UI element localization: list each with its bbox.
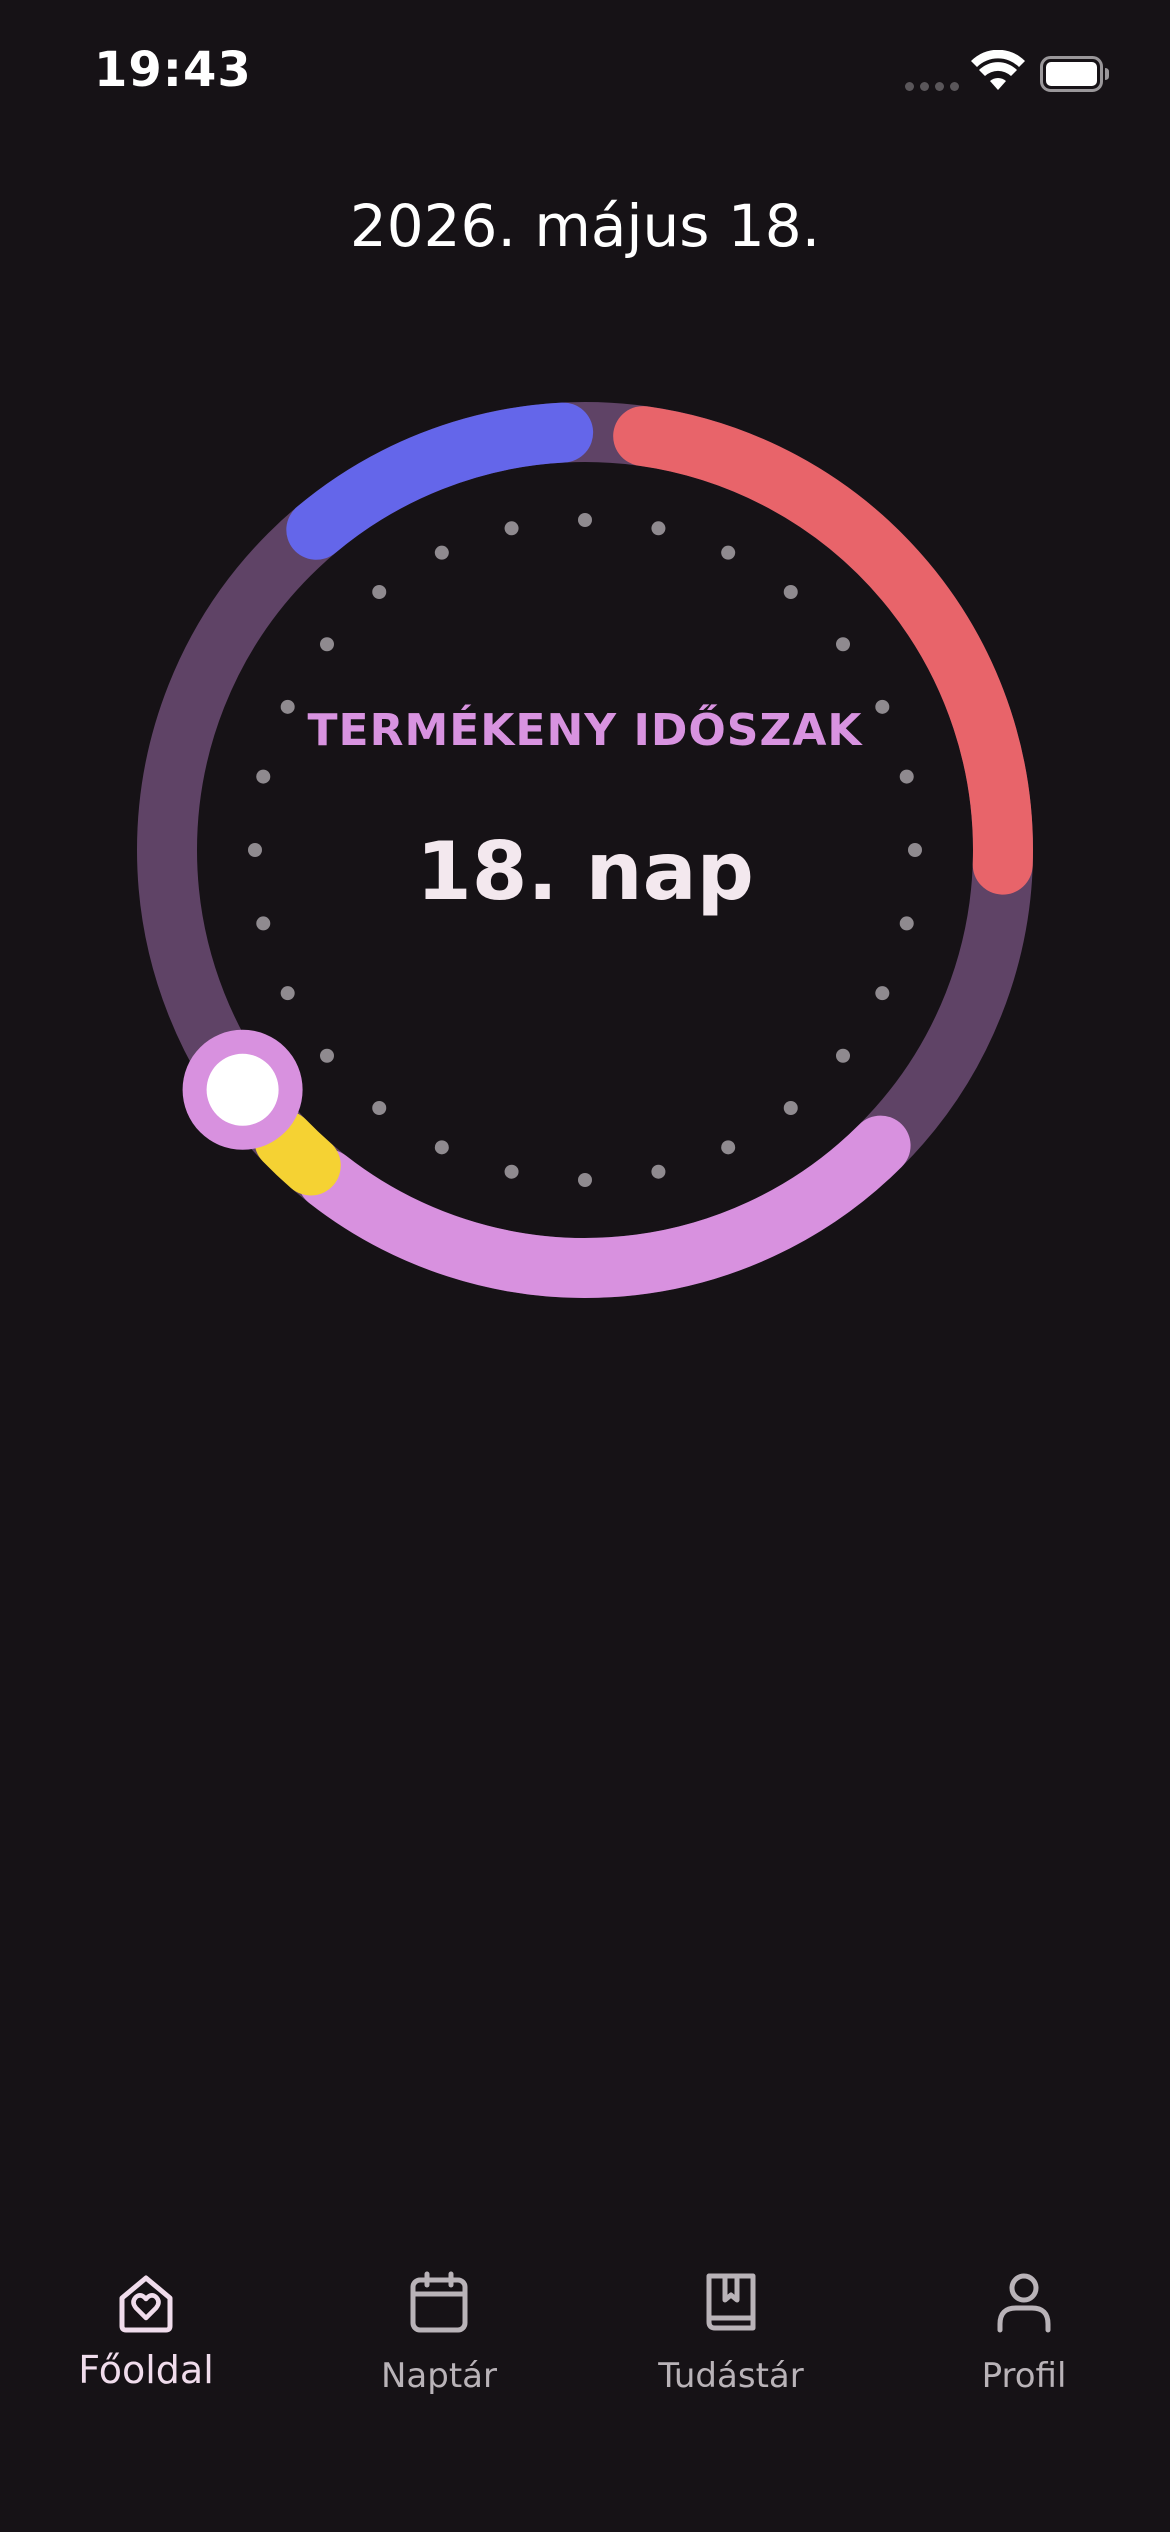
cycle-day-dot [256, 916, 271, 931]
cycle-day-dot [578, 513, 592, 527]
cycle-day-dot [504, 1164, 519, 1179]
cycle-day-dot [721, 545, 736, 560]
battery-icon [1040, 56, 1109, 92]
cycle-day-dot [319, 637, 334, 652]
cycle-day-dot [319, 1048, 334, 1063]
cycle-day-dot [836, 637, 851, 652]
fertile-phase-arc [297, 1115, 911, 1298]
cycle-day-dot [899, 769, 914, 784]
nav-item-home[interactable]: Főoldal [36, 2250, 256, 2420]
ovulation-arc [254, 1110, 341, 1196]
cycle-day-dot [434, 1140, 449, 1155]
home-heart-icon [119, 2275, 173, 2333]
book-bookmark-icon [706, 2273, 756, 2331]
status-bar: 19:43 [0, 0, 1170, 150]
calendar-icon [410, 2271, 468, 2333]
cycle-day-dot [434, 545, 449, 560]
cycle-day-dot [256, 769, 271, 784]
current-date: 2026. május 18. [349, 192, 821, 260]
cycle-day-dot [578, 1173, 592, 1187]
cycle-day-dot [721, 1140, 736, 1155]
person-icon [997, 2273, 1051, 2333]
phase-label: TERMÉKENY IDŐSZAK [307, 705, 863, 756]
cellular-signal-icon [905, 82, 959, 91]
nav-item-knowledge[interactable]: Tudástár [621, 2250, 841, 2420]
period-phase-arc [613, 406, 1033, 895]
cycle-day-dot [875, 986, 890, 1001]
cycle-day-dot [899, 916, 914, 931]
pms-phase-arc [286, 402, 594, 560]
cycle-day-dot [836, 1048, 851, 1063]
nav-item-calendar[interactable]: Naptár [329, 2250, 549, 2420]
nav-item-profile[interactable]: Profil [914, 2250, 1134, 2420]
cycle-day-dot [504, 521, 519, 536]
cycle-ring[interactable]: TERMÉKENY IDŐSZAK 18. nap [135, 400, 1035, 1300]
bottom-navigation: Főoldal Naptár Tudástár Profil [0, 2250, 1170, 2450]
cycle-day-dot [372, 584, 387, 599]
wifi-icon [971, 50, 1025, 90]
status-time: 19:43 [94, 42, 252, 98]
nav-label-calendar: Naptár [381, 2356, 497, 2396]
cycle-day-dot [783, 584, 798, 599]
cycle-day-dot [280, 986, 295, 1001]
cycle-day-dot [651, 1164, 666, 1179]
cycle-day-dot [372, 1101, 387, 1116]
cycle-day-dot [651, 521, 666, 536]
nav-label-profile: Profil [981, 2356, 1067, 2396]
nav-label-knowledge: Tudástár [658, 2356, 804, 2396]
current-day-marker-center [206, 1053, 279, 1126]
nav-label-home: Főoldal [78, 2348, 214, 2392]
cycle-day-label: 18. nap [416, 825, 754, 918]
cycle-day-dot [783, 1101, 798, 1116]
